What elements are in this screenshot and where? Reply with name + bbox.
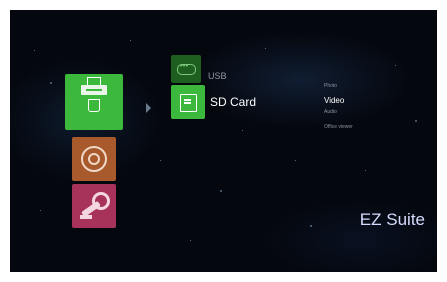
- star: [265, 48, 266, 49]
- menu-item-network[interactable]: [72, 137, 116, 181]
- media-type-audio[interactable]: Audio: [324, 109, 337, 115]
- brand-title: EZ Suite: [359, 210, 425, 229]
- star: [220, 190, 222, 192]
- device-sd-card-label[interactable]: SD Card: [210, 95, 256, 109]
- star: [34, 50, 35, 51]
- ez-suite-screen: USB SD Card Photo Video Audio Office vie…: [10, 10, 437, 272]
- star: [160, 160, 161, 161]
- media-type-office-viewer[interactable]: Office viewer: [324, 124, 353, 130]
- star: [295, 160, 296, 161]
- usb-stick-icon: [88, 99, 100, 112]
- star: [50, 82, 52, 84]
- chevron-right-icon: [146, 103, 151, 113]
- sd-card-icon[interactable]: [171, 85, 205, 119]
- media-type-video[interactable]: Video: [324, 96, 344, 105]
- device-usb-label[interactable]: USB: [208, 71, 227, 81]
- star: [365, 170, 366, 171]
- star: [310, 225, 312, 227]
- star: [40, 210, 41, 211]
- menu-item-settings[interactable]: [72, 184, 116, 228]
- star: [242, 130, 243, 131]
- star: [395, 65, 396, 66]
- network-icon: [81, 146, 107, 172]
- star: [190, 240, 191, 241]
- drive-icon: [81, 85, 107, 95]
- usb-icon[interactable]: [171, 55, 201, 83]
- media-type-photo[interactable]: Photo: [324, 83, 337, 89]
- menu-item-media[interactable]: [65, 74, 123, 130]
- wrench-base-icon: [80, 215, 92, 219]
- star: [415, 120, 417, 122]
- star: [130, 40, 131, 41]
